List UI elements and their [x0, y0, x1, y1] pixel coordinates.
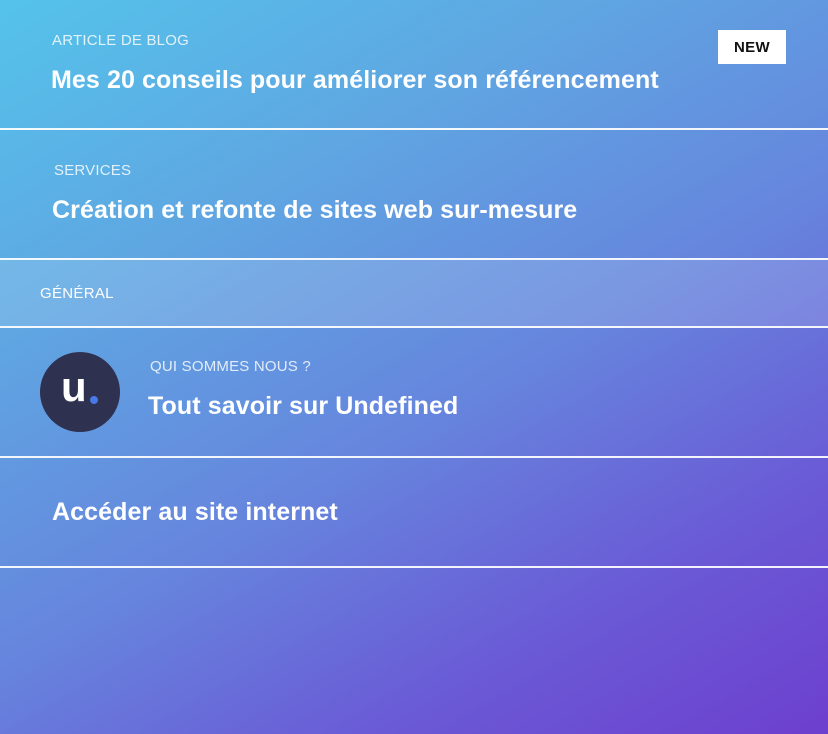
about-us-item[interactable]: u QUI SOMMES NOUS ? Tout savoir sur Unde…: [0, 328, 828, 458]
blog-title: Mes 20 conseils pour améliorer son référ…: [51, 66, 659, 94]
logo-dot: [90, 396, 98, 404]
blog-article-item[interactable]: ARTICLE DE BLOG Mes 20 conseils pour amé…: [0, 0, 828, 130]
services-title: Création et refonte de sites web sur-mes…: [52, 196, 578, 224]
general-section-label: GÉNÉRAL: [40, 285, 114, 302]
about-title: Tout savoir sur Undefined: [148, 392, 459, 420]
logo-letter: u: [61, 363, 87, 410]
about-kicker: QUI SOMMES NOUS ?: [150, 358, 311, 375]
blog-kicker: ARTICLE DE BLOG: [52, 32, 189, 49]
visit-website-item[interactable]: Accéder au site internet: [0, 458, 828, 568]
visit-website-link[interactable]: Accéder au site internet: [52, 498, 338, 527]
general-section-header: GÉNÉRAL: [0, 260, 828, 328]
undefined-logo: u: [40, 352, 120, 432]
services-item[interactable]: SERVICES Création et refonte de sites we…: [0, 130, 828, 260]
services-kicker: SERVICES: [54, 162, 132, 179]
new-badge: NEW: [718, 30, 786, 64]
